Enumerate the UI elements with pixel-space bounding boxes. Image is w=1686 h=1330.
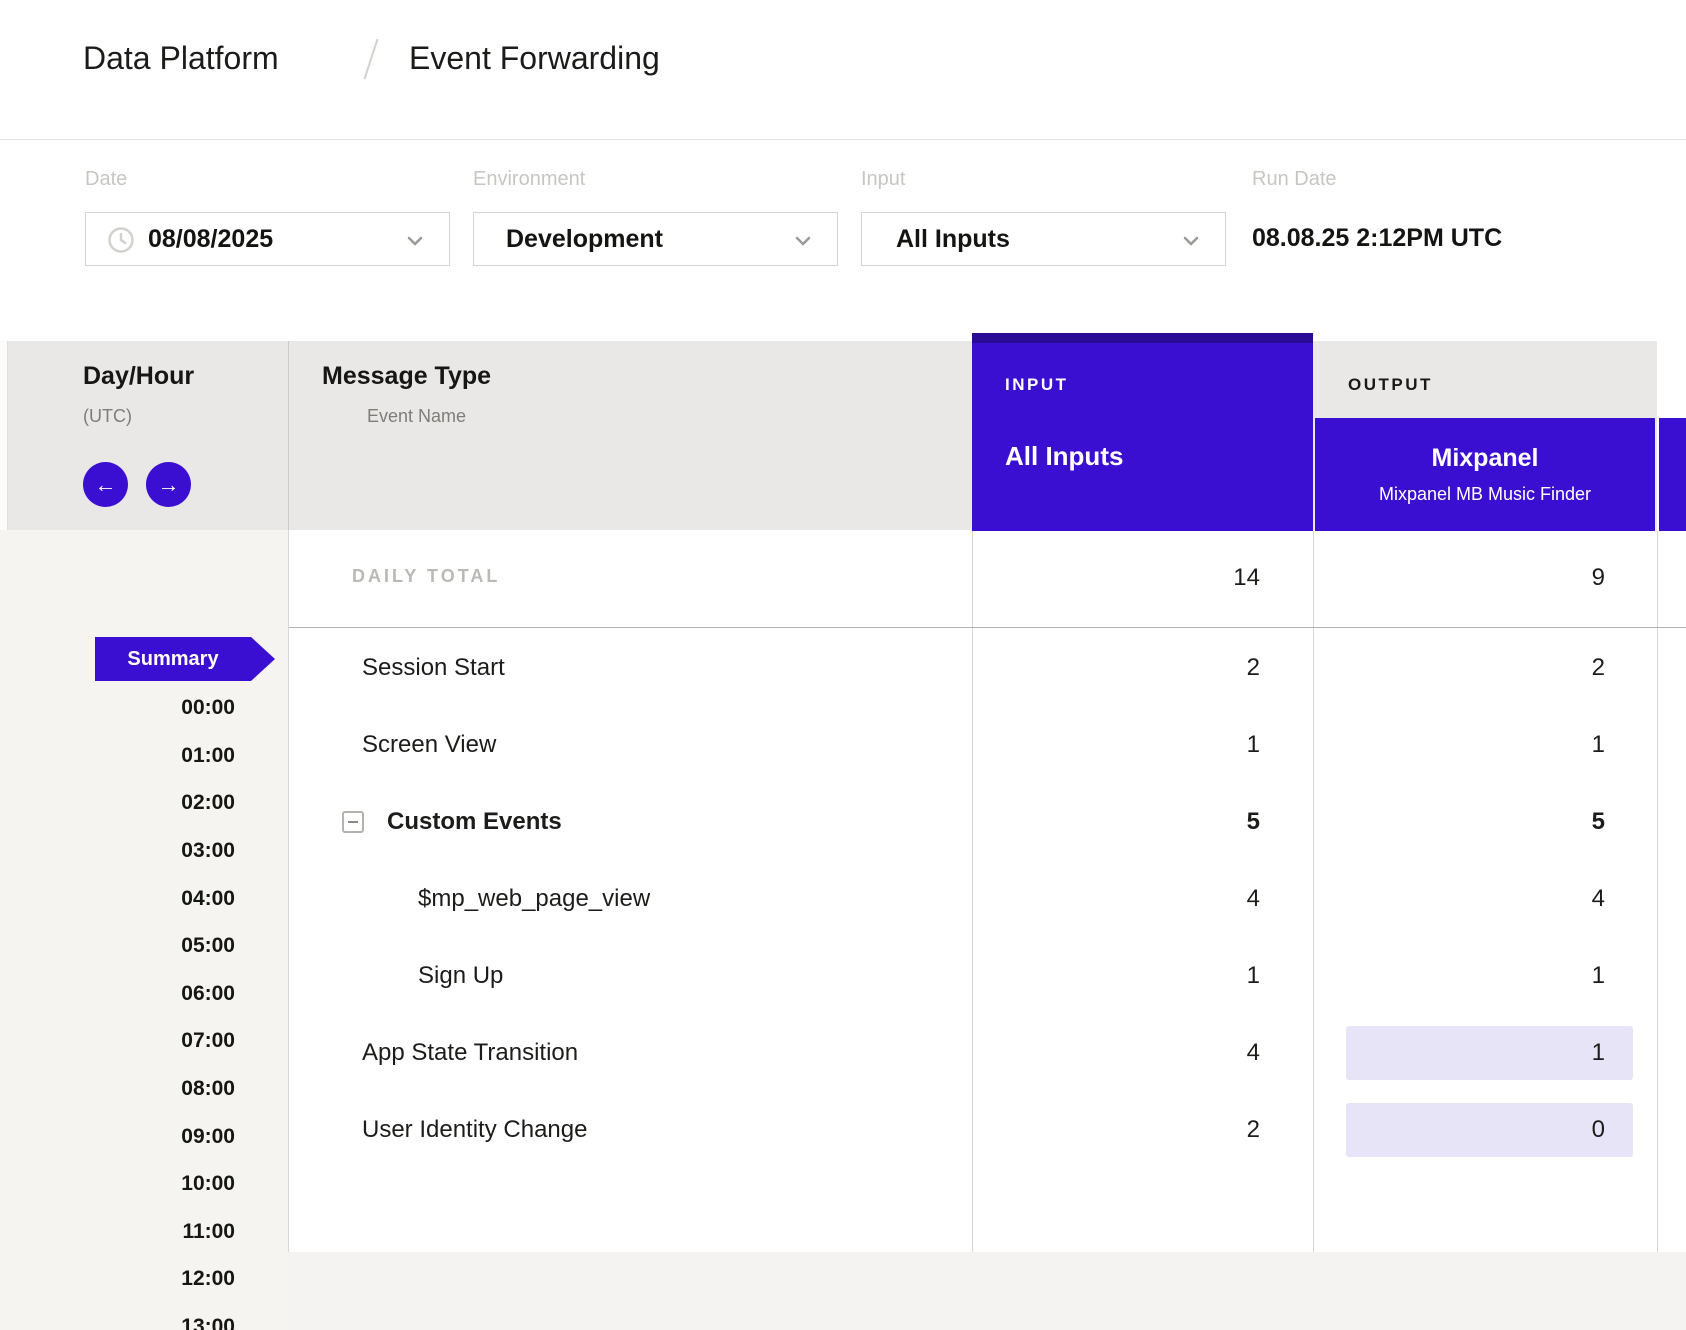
row-input-value: 4	[1060, 883, 1260, 915]
previous-day-button[interactable]: ←	[83, 462, 128, 507]
next-day-button[interactable]: →	[146, 462, 191, 507]
hour-row-13[interactable]: 13:00	[0, 1315, 235, 1330]
hour-row-04[interactable]: 04:00	[0, 887, 235, 911]
arrow-left-icon: ←	[95, 472, 117, 498]
input-filter-label: Input	[861, 168, 905, 191]
hour-row-09[interactable]: 09:00	[0, 1125, 235, 1149]
grid-line	[972, 531, 973, 1252]
row-label-app-state-transition: App State Transition	[362, 1037, 578, 1069]
hour-row-02[interactable]: 02:00	[0, 791, 235, 815]
input-value: All Inputs	[896, 225, 1010, 254]
output-column-subtitle: Mixpanel MB Music Finder	[1315, 484, 1655, 505]
row-output-value: 0	[1405, 1114, 1605, 1146]
row-output-value: 5	[1405, 806, 1605, 838]
chevron-down-icon	[795, 233, 811, 249]
row-label-sign-up: Sign Up	[418, 960, 503, 992]
event-forwarding-page: Data Platform Event Forwarding Date Envi…	[0, 0, 1686, 1330]
daily-total-label: DAILY TOTAL	[352, 566, 500, 587]
environment-dropdown[interactable]: Development	[473, 212, 838, 266]
grid-line	[1657, 531, 1658, 1252]
hour-row-07[interactable]: 07:00	[0, 1029, 235, 1053]
summary-badge-arrow	[251, 637, 275, 681]
run-date-value: 08.08.25 2:12PM UTC	[1252, 224, 1502, 253]
row-output-value: 1	[1405, 1037, 1605, 1069]
top-bar: Data Platform Event Forwarding	[0, 0, 1686, 140]
row-label-mp-web-page-view: $mp_web_page_view	[418, 883, 650, 915]
day-hour-header: Day/Hour	[83, 362, 194, 391]
hour-row-01[interactable]: 01:00	[0, 744, 235, 768]
minus-icon	[348, 821, 358, 823]
header-column-divider	[288, 341, 289, 530]
input-group-label: INPUT	[1005, 375, 1069, 395]
environment-filter-label: Environment	[473, 168, 585, 191]
row-output-value: 4	[1405, 883, 1605, 915]
row-output-value: 1	[1405, 960, 1605, 992]
chevron-down-icon	[1183, 233, 1199, 249]
clock-icon	[108, 227, 134, 253]
breadcrumb-separator	[364, 39, 379, 80]
grid-line	[1313, 531, 1314, 1252]
output-column-name: Mixpanel	[1315, 444, 1655, 473]
collapse-custom-events-button[interactable]	[342, 811, 364, 833]
message-type-header: Message Type	[322, 362, 491, 391]
hour-row-05[interactable]: 05:00	[0, 934, 235, 958]
daily-total-output-value: 9	[1405, 562, 1605, 594]
hour-row-10[interactable]: 10:00	[0, 1172, 235, 1196]
summary-badge[interactable]: Summary	[95, 637, 251, 681]
chevron-down-icon	[407, 233, 423, 249]
day-hour-subtitle: (UTC)	[83, 406, 132, 427]
hour-row-03[interactable]: 03:00	[0, 839, 235, 863]
row-input-value: 1	[1060, 960, 1260, 992]
row-input-value: 4	[1060, 1037, 1260, 1069]
output-group-label: OUTPUT	[1348, 375, 1433, 395]
date-dropdown[interactable]: 08/08/2025	[85, 212, 450, 266]
hour-row-00[interactable]: 00:00	[0, 696, 235, 720]
row-input-value: 5	[1060, 806, 1260, 838]
output-column-header[interactable]: Mixpanel Mixpanel MB Music Finder	[1315, 418, 1655, 531]
input-dropdown[interactable]: All Inputs	[861, 212, 1226, 266]
input-column-top-strip	[972, 333, 1313, 343]
row-label-custom-events: Custom Events	[387, 806, 562, 838]
environment-value: Development	[506, 225, 663, 254]
sidebar-divider	[288, 530, 289, 1252]
row-input-value: 1	[1060, 729, 1260, 761]
row-label-screen-view: Screen View	[362, 729, 496, 761]
row-output-value: 1	[1405, 729, 1605, 761]
hour-row-08[interactable]: 08:00	[0, 1077, 235, 1101]
date-value: 08/08/2025	[148, 225, 273, 254]
row-label-session-start: Session Start	[362, 652, 505, 684]
row-input-value: 2	[1060, 652, 1260, 684]
input-column-name: All Inputs	[1005, 441, 1123, 472]
daily-total-divider	[288, 627, 1686, 628]
hour-row-12[interactable]: 12:00	[0, 1267, 235, 1291]
event-name-subtitle: Event Name	[367, 406, 466, 427]
footer-band	[288, 1252, 1686, 1330]
input-column-header[interactable]: INPUT All Inputs	[972, 333, 1313, 531]
hour-row-11[interactable]: 11:00	[0, 1220, 235, 1244]
breadcrumb-section[interactable]: Data Platform	[83, 40, 279, 77]
hour-row-06[interactable]: 06:00	[0, 982, 235, 1006]
output-column-partial[interactable]	[1659, 418, 1686, 531]
row-input-value: 2	[1060, 1114, 1260, 1146]
row-output-value: 2	[1405, 652, 1605, 684]
arrow-right-icon: →	[158, 472, 180, 498]
run-date-label: Run Date	[1252, 168, 1337, 191]
row-label-user-identity-change: User Identity Change	[362, 1114, 587, 1146]
breadcrumb-page-title: Event Forwarding	[409, 40, 660, 77]
date-filter-label: Date	[85, 168, 127, 191]
daily-total-input-value: 14	[1060, 562, 1260, 594]
